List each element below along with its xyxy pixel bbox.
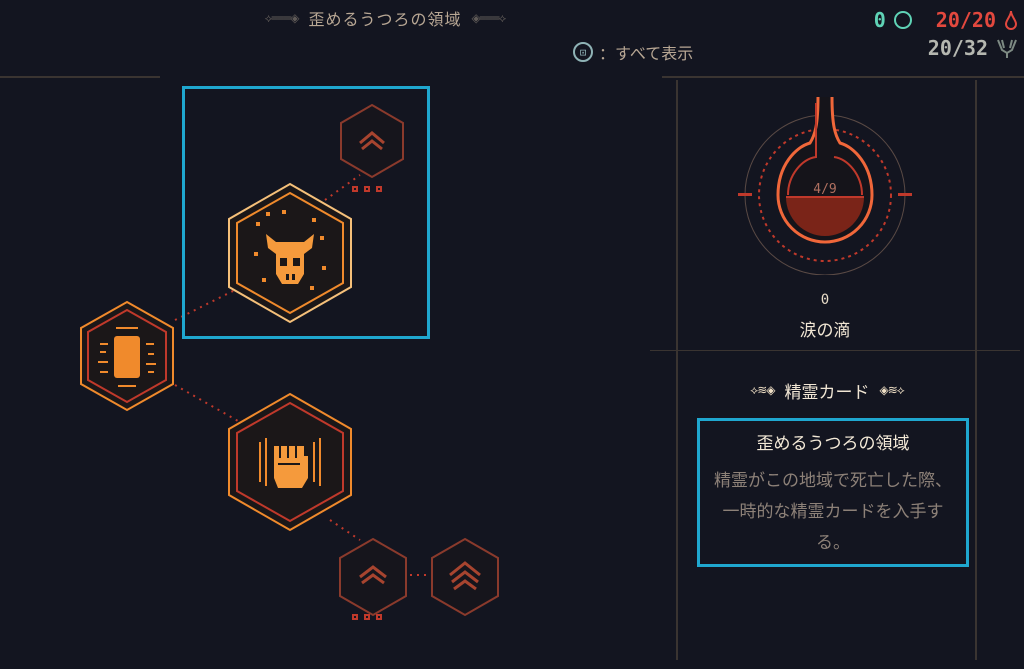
tear-drop-name: 涙の滴	[799, 321, 851, 341]
health-value: 20/20	[935, 8, 996, 32]
description-panel: 歪めるうつろの領域 精霊がこの地域で死亡した際、一時的な精霊カードを入手する。	[697, 418, 969, 567]
pip	[376, 186, 382, 192]
node-bottom-pips	[352, 614, 382, 620]
ring-icon	[893, 11, 912, 29]
capacity-value: 20/32	[927, 36, 988, 60]
vial-fill-label: 4/9	[813, 182, 836, 197]
frame-line-mid	[650, 350, 1020, 351]
tear-drop-count: 0	[820, 292, 830, 308]
tear-vial: 4/9	[738, 96, 912, 275]
pip	[364, 186, 370, 192]
node-card-root[interactable]	[78, 300, 176, 416]
trident-icon	[997, 39, 1017, 58]
description-text: 精霊がこの地域で死亡した際、一時的な精霊カードを入手する。	[714, 471, 952, 553]
frame-line-top-right	[662, 76, 1024, 78]
node-hollow-skull[interactable]	[226, 182, 354, 328]
category-ornament-left-icon: ⟡≋◈	[750, 383, 775, 397]
node-locked-upgrade-bottom-1[interactable]	[338, 537, 408, 621]
pip	[364, 614, 370, 620]
category-label: 精霊カード	[784, 383, 870, 403]
pip	[352, 614, 358, 620]
fist-icon	[228, 392, 352, 532]
category-ornament-right-icon: ◈≋⟡	[879, 383, 905, 397]
node-fist[interactable]	[226, 392, 354, 536]
category-header: ⟡≋◈ 精霊カード ◈≋⟡	[712, 378, 942, 403]
description-title: 歪めるうつろの領域	[756, 434, 910, 454]
node-locked-upgrade-top[interactable]	[339, 103, 405, 183]
blood-drop-icon	[1004, 10, 1018, 30]
skull-icon	[228, 182, 352, 324]
pip	[352, 186, 358, 192]
frame-line-right-right	[975, 80, 977, 660]
node-top-pips	[352, 186, 382, 192]
resource-stats: 0 20/20 20/32	[874, 6, 1018, 62]
frame-line-right-left	[676, 80, 678, 660]
currency-value: 0	[873, 8, 886, 32]
node-locked-upgrade-bottom-2[interactable]	[430, 537, 500, 621]
pip	[376, 614, 382, 620]
